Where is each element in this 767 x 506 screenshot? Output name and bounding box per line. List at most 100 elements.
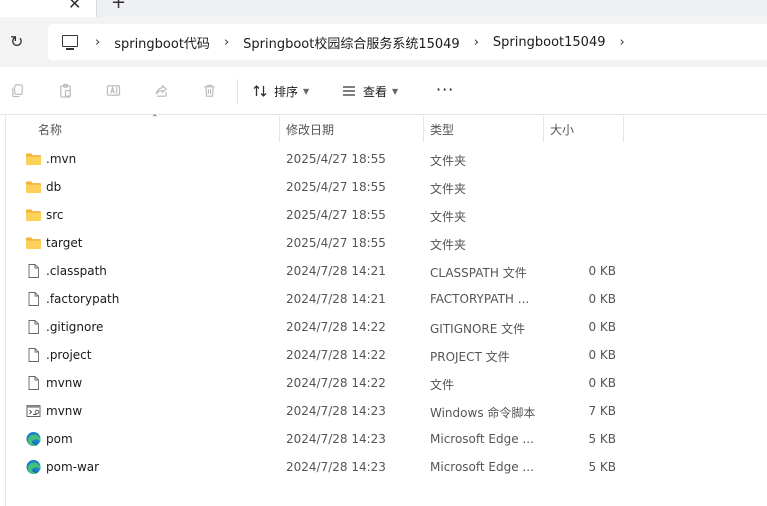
file-type: 文件夹 <box>430 238 467 252</box>
column-header-type[interactable]: 类型 <box>430 121 454 138</box>
file-row[interactable]: pom 2024/7/28 14:23 Microsoft Edge ... 5 KB <box>0 425 767 453</box>
file-type: Windows 命令脚本 <box>430 406 536 420</box>
file-row[interactable]: .gitignore 2024/7/28 14:22 GITIGNORE 文件 0 K… <box>0 313 767 341</box>
file-date: 2024/7/28 14:21 <box>286 264 386 278</box>
file-list: .mvn 2025/4/27 18:55 文件夹 db 2025/4/27 18:55 文… <box>0 145 767 481</box>
tab-strip: ✕ + <box>0 0 767 17</box>
address-bar[interactable]: › springboot代码 › Springboot校园综合服务系统15049… <box>48 24 767 60</box>
file-name: target <box>46 236 83 250</box>
share-icon[interactable] <box>154 83 169 98</box>
file-size: 0 KB <box>588 376 616 390</box>
file-date: 2024/7/28 14:23 <box>286 460 386 474</box>
column-divider[interactable] <box>423 116 424 142</box>
file-name: pom <box>46 432 73 446</box>
folder-icon <box>25 207 42 223</box>
file-icon <box>25 375 42 391</box>
file-type: GITIGNORE 文件 <box>430 322 526 336</box>
breadcrumb-item[interactable]: Springboot校园综合服务系统15049 <box>243 33 460 52</box>
file-row[interactable]: mvnw 2024/7/28 14:22 文件 0 KB <box>0 369 767 397</box>
file-row[interactable]: .classpath 2024/7/28 14:21 CLASSPATH 文件 0 K… <box>0 257 767 285</box>
file-type: FACTORYPATH ... <box>430 292 530 306</box>
folder-icon <box>25 151 42 167</box>
breadcrumb-separator-icon[interactable]: › <box>224 35 229 50</box>
file-row[interactable]: pom-war 2024/7/28 14:23 Microsoft Edge ...… <box>0 453 767 481</box>
chevron-down-icon: ▼ <box>392 86 399 96</box>
column-divider[interactable] <box>623 116 624 142</box>
file-name: .project <box>46 348 92 362</box>
paste-icon[interactable] <box>58 83 73 98</box>
file-name: mvnw <box>46 404 83 418</box>
address-row: ↻ › springboot代码 › Springboot校园综合服务系统150… <box>0 17 767 67</box>
file-row[interactable]: db 2025/4/27 18:55 文件夹 <box>0 173 767 201</box>
breadcrumb-separator-icon[interactable]: › <box>474 35 479 50</box>
file-row[interactable]: mvnw 2024/7/28 14:23 Windows 命令脚本 7 KB <box>0 397 767 425</box>
file-size: 7 KB <box>588 404 616 418</box>
file-row[interactable]: .factorypath 2024/7/28 14:21 FACTORYPATH .… <box>0 285 767 313</box>
breadcrumb-item[interactable]: springboot代码 <box>114 33 210 52</box>
toolbar-divider <box>237 79 238 103</box>
breadcrumb-separator-icon[interactable]: › <box>95 35 100 50</box>
more-options-icon[interactable]: ··· <box>436 80 454 99</box>
column-divider[interactable] <box>543 116 544 142</box>
file-name: .factorypath <box>46 292 120 306</box>
file-date: 2024/7/28 14:22 <box>286 348 386 362</box>
folder-icon <box>25 235 42 251</box>
column-header-name[interactable]: 名称 <box>38 121 62 138</box>
command-bar: 排序 ▼ 查看 ▼ ··· <box>0 67 767 115</box>
file-name: src <box>46 208 64 222</box>
script-icon <box>25 403 42 419</box>
file-size: 0 KB <box>588 292 616 306</box>
file-row[interactable]: .project 2024/7/28 14:22 PROJECT 文件 0 KB <box>0 341 767 369</box>
file-icon <box>25 319 42 335</box>
new-tab-icon[interactable]: + <box>111 0 126 13</box>
delete-icon[interactable] <box>202 83 217 98</box>
file-date: 2025/4/27 18:55 <box>286 152 386 166</box>
file-size: 5 KB <box>588 432 616 446</box>
sort-label: 排序 <box>274 84 299 99</box>
column-divider[interactable] <box>279 116 280 142</box>
file-row[interactable]: .mvn 2025/4/27 18:55 文件夹 <box>0 145 767 173</box>
file-date: 2024/7/28 14:21 <box>286 292 386 306</box>
breadcrumb: › springboot代码 › Springboot校园综合服务系统15049… <box>95 24 639 60</box>
file-row[interactable]: src 2025/4/27 18:55 文件夹 <box>0 201 767 229</box>
file-date: 2025/4/27 18:55 <box>286 180 386 194</box>
file-icon <box>25 347 42 363</box>
file-type: 文件夹 <box>430 154 467 168</box>
active-tab[interactable]: ✕ <box>0 0 97 17</box>
file-type: PROJECT 文件 <box>430 350 510 364</box>
refresh-icon[interactable]: ↻ <box>10 32 23 51</box>
file-type: Microsoft Edge ... <box>430 432 534 446</box>
column-header-size[interactable]: 大小 <box>550 121 574 138</box>
file-type: CLASSPATH 文件 <box>430 266 527 280</box>
file-name: .mvn <box>46 152 77 166</box>
file-name: pom-war <box>46 460 100 474</box>
sort-button[interactable]: 排序 ▼ <box>252 81 309 101</box>
file-size: 0 KB <box>588 348 616 362</box>
close-tab-icon[interactable]: ✕ <box>68 0 81 13</box>
file-name: .classpath <box>46 264 107 278</box>
file-date: 2024/7/28 14:23 <box>286 404 386 418</box>
rename-icon[interactable] <box>106 83 121 98</box>
column-header-date[interactable]: 修改日期 <box>286 121 334 138</box>
file-size: 0 KB <box>588 264 616 278</box>
file-type: 文件夹 <box>430 210 467 224</box>
file-type: 文件 <box>430 378 455 392</box>
breadcrumb-item[interactable]: Springboot15049 <box>493 35 606 50</box>
view-button[interactable]: 查看 ▼ <box>341 81 398 101</box>
edge-icon <box>25 459 42 475</box>
copy-icon[interactable] <box>10 83 25 98</box>
file-type: 文件夹 <box>430 182 467 196</box>
file-name: .gitignore <box>46 320 104 334</box>
sort-ascending-icon: ⌃ <box>151 114 159 124</box>
this-pc-icon[interactable] <box>62 35 78 50</box>
file-icon <box>25 291 42 307</box>
folder-icon <box>25 179 42 195</box>
file-row[interactable]: target 2025/4/27 18:55 文件夹 <box>0 229 767 257</box>
file-date: 2025/4/27 18:55 <box>286 208 386 222</box>
file-size: 0 KB <box>588 320 616 334</box>
file-date: 2024/7/28 14:23 <box>286 432 386 446</box>
sort-icon <box>253 85 267 97</box>
breadcrumb-separator-icon[interactable]: › <box>620 35 625 50</box>
view-label: 查看 <box>363 84 388 99</box>
file-size: 5 KB <box>588 460 616 474</box>
